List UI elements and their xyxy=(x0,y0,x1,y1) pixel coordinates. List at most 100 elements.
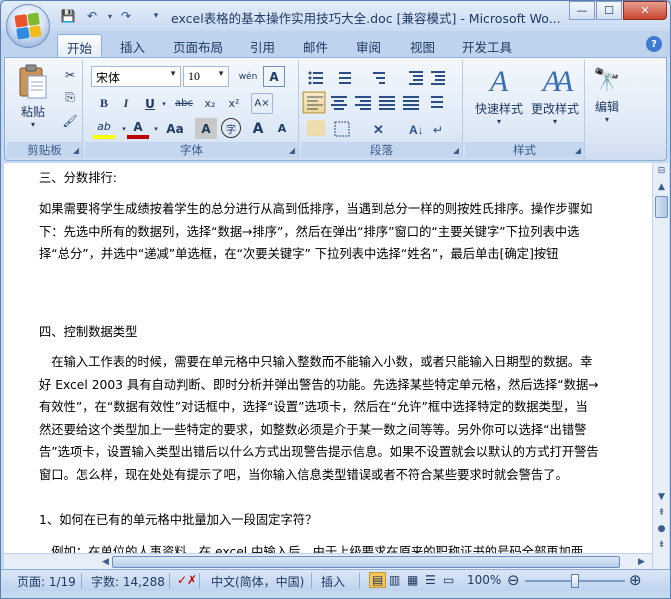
previous-page-icon[interactable]: ⇞ xyxy=(654,505,669,520)
paragraph-data-type: 在输入工作表的时候，需要在单元格中只输入整数而不能输入小数，或者只能输入日期型的… xyxy=(39,355,599,482)
highlight-icon[interactable]: ab xyxy=(93,118,115,139)
tab-insert[interactable]: 插入 xyxy=(111,34,154,57)
shrink-font-icon[interactable]: A xyxy=(271,118,293,139)
paste-button[interactable]: 粘贴 ▾ xyxy=(13,64,53,129)
divider xyxy=(199,573,200,589)
vertical-scrollbar[interactable]: ⊟ ▲ ▼ ⇞ ● ⇟ xyxy=(652,163,669,569)
redo-icon[interactable]: ↷ xyxy=(117,7,135,25)
strikethrough-icon[interactable]: abc xyxy=(171,93,197,114)
document-page[interactable]: 三、分数排行: 如果需要将学生成绩按着学生的总分进行从高到低排序，当遇到总分一样… xyxy=(4,163,652,569)
font-size-combo[interactable]: 10 ▼ xyxy=(183,66,229,87)
grow-font-icon[interactable]: A xyxy=(247,118,269,139)
horizontal-scroll-thumb[interactable] xyxy=(112,556,620,568)
editing-label: 编辑 xyxy=(594,100,619,114)
binoculars-icon: 🔭 xyxy=(593,68,621,93)
paragraph-group-label: 段落 xyxy=(301,142,462,158)
zoom-level[interactable]: 100% xyxy=(467,573,501,587)
tab-references[interactable]: 引用 xyxy=(241,34,284,57)
scroll-right-icon[interactable]: ▶ xyxy=(634,554,649,569)
chevron-down-icon: ▾ xyxy=(604,115,609,124)
window-title: excel表格的基本操作实用技巧大全.doc [兼容模式] - Microsof… xyxy=(171,11,561,26)
undo-icon[interactable]: ↶ xyxy=(83,7,101,25)
proofing-icon[interactable]: ✓✗ xyxy=(177,573,197,587)
change-case-icon[interactable]: Aa xyxy=(161,118,189,139)
char-shading-icon[interactable]: A xyxy=(195,118,217,139)
styles-group: A 快速样式 ▾ AA 更改样式 ▾ 样式 ◢ xyxy=(465,60,585,158)
tab-review[interactable]: 审阅 xyxy=(347,34,390,57)
font-launcher-icon[interactable]: ◢ xyxy=(289,146,295,155)
clear-formatting-icon[interactable]: A⨯ xyxy=(251,93,273,114)
zoom-slider-knob[interactable] xyxy=(571,574,579,588)
clipboard-launcher-icon[interactable]: ◢ xyxy=(73,146,79,155)
paste-icon xyxy=(19,64,47,99)
scroll-up-icon[interactable]: ▲ xyxy=(654,179,669,194)
format-painter-icon[interactable]: 🖌 xyxy=(59,110,81,131)
office-logo-icon xyxy=(14,12,42,40)
language-indicator[interactable]: 中文(简体，中国) xyxy=(211,573,304,590)
divider xyxy=(359,573,360,589)
zoom-in-icon[interactable]: ⊕ xyxy=(629,571,642,589)
clipboard-group-label: 剪贴板 xyxy=(7,142,82,158)
insert-mode[interactable]: 插入 xyxy=(321,573,345,590)
tab-developer[interactable]: 开发工具 xyxy=(453,34,521,57)
tab-mailings[interactable]: 邮件 xyxy=(294,34,337,57)
scroll-left-icon[interactable]: ◀ xyxy=(98,554,113,569)
chevron-down-icon: ▼ xyxy=(169,69,177,78)
close-button[interactable]: ✕ xyxy=(623,1,667,20)
quick-styles-button[interactable]: A 快速样式 ▾ xyxy=(471,64,527,126)
italic-icon[interactable]: I xyxy=(115,93,137,114)
tab-view[interactable]: 视图 xyxy=(401,34,444,57)
minimize-button[interactable]: — xyxy=(569,1,595,20)
status-bar: 页面: 1/19 字数: 14,288 ✓✗ 中文(简体，中国) 插入 ▤ ▥ … xyxy=(1,569,670,591)
word-count[interactable]: 字数: 14,288 xyxy=(91,573,165,590)
office-button[interactable] xyxy=(6,4,50,48)
heading-batch-add: 1、如何在已有的单元格中批量加入一段固定字符？ xyxy=(39,513,318,527)
heading-data-type: 四、控制数据类型 xyxy=(39,325,138,339)
scroll-down-icon[interactable]: ▼ xyxy=(654,489,669,504)
ribbon-tabs: 开始 插入 页面布局 引用 邮件 审阅 视图 开发工具 ? xyxy=(1,31,670,57)
divider xyxy=(169,573,170,589)
ribbon: 粘贴 ▾ ✂ ⎘ 🖌 剪贴板 ◢ 宋体 ▼ 10 ▼ wén A B I U ▾ a… xyxy=(4,57,667,161)
vertical-scroll-thumb[interactable] xyxy=(655,196,668,218)
enclose-characters-icon[interactable]: 字 xyxy=(221,118,241,138)
copy-icon[interactable]: ⎘ xyxy=(59,87,81,108)
next-page-icon[interactable]: ⇟ xyxy=(654,537,669,552)
align-left-button[interactable] xyxy=(303,92,325,113)
change-styles-button[interactable]: AA 更改样式 ▾ xyxy=(527,64,583,126)
paste-label: 粘贴 xyxy=(20,105,45,119)
zoom-out-icon[interactable]: ⊖ xyxy=(507,571,520,589)
chevron-down-icon: ▾ xyxy=(552,117,557,126)
editing-button[interactable]: 🔭 编辑 ▾ xyxy=(589,64,625,124)
char-border-icon[interactable]: A xyxy=(263,66,285,87)
paragraph-group: ✕ A↓ ↵ 段落 ◢ xyxy=(301,60,463,158)
word-window: 💾 ↶ ▾ ↷ ▾ excel表格的基本操作实用技巧大全.doc [兼容模式] … xyxy=(0,0,671,599)
cut-icon[interactable]: ✂ xyxy=(59,64,81,85)
styles-launcher-icon[interactable]: ◢ xyxy=(575,146,581,155)
web-layout-icon[interactable]: ▦ xyxy=(407,573,418,587)
outline-icon[interactable]: ☰ xyxy=(425,573,436,587)
paragraph-launcher-icon[interactable]: ◢ xyxy=(453,146,459,155)
help-icon[interactable]: ? xyxy=(646,36,662,52)
print-layout-icon[interactable]: ▤ xyxy=(369,572,387,588)
tab-page-layout[interactable]: 页面布局 xyxy=(164,34,232,57)
customize-qat-icon[interactable]: ▾ xyxy=(147,7,165,25)
select-browse-object-icon[interactable]: ● xyxy=(654,521,669,536)
full-screen-reading-icon[interactable]: ▥ xyxy=(389,573,400,587)
subscript-icon[interactable]: x₂ xyxy=(199,93,221,114)
editing-group: 🔭 编辑 ▾ xyxy=(587,60,627,158)
superscript-icon[interactable]: x² xyxy=(223,93,245,114)
ruler-toggle-icon[interactable]: ⊟ xyxy=(654,163,669,178)
font-name-combo[interactable]: 宋体 ▼ xyxy=(91,66,181,87)
bold-icon[interactable]: B xyxy=(93,93,115,114)
font-name-value: 宋体 xyxy=(96,71,121,85)
maximize-button[interactable]: ☐ xyxy=(596,1,622,20)
tab-home[interactable]: 开始 xyxy=(57,34,103,57)
save-icon[interactable]: 💾 xyxy=(59,7,77,25)
font-size-value: 10 xyxy=(188,69,200,83)
horizontal-scrollbar[interactable]: ◀ ▶ xyxy=(4,553,652,569)
phonetic-guide-icon[interactable]: wén xyxy=(237,66,259,87)
page-indicator[interactable]: 页面: 1/19 xyxy=(17,573,76,590)
draft-icon[interactable]: ▭ xyxy=(443,573,454,587)
paste-dropdown-icon: ▾ xyxy=(30,120,35,129)
svg-text:↵: ↵ xyxy=(433,123,443,137)
